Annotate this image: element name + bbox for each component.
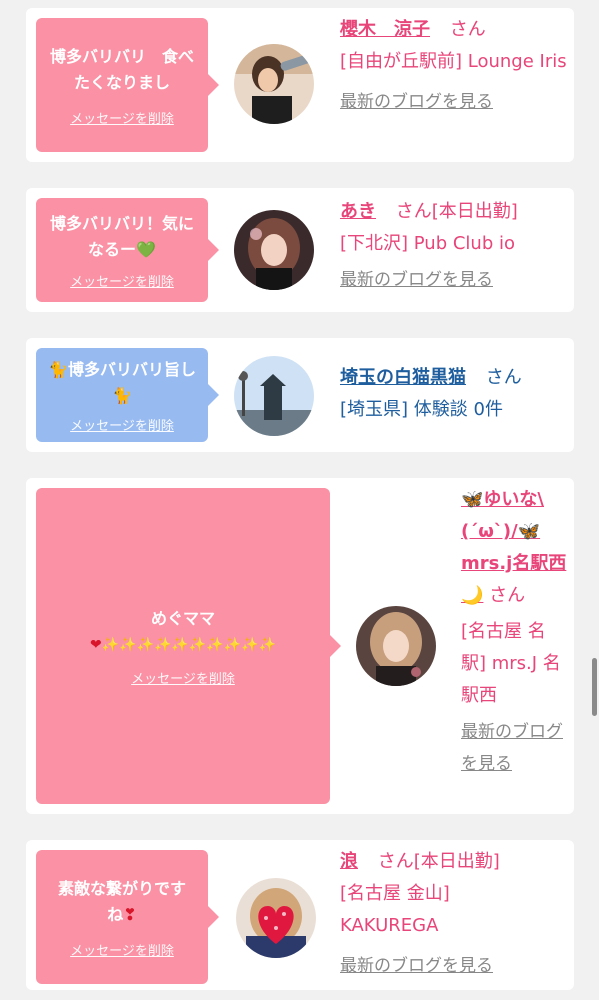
- profile-name-link[interactable]: 櫻木 涼子: [340, 19, 430, 40]
- delete-message-link[interactable]: メッセージを削除: [131, 668, 235, 687]
- avatar[interactable]: [356, 606, 436, 686]
- honorific: さん: [449, 19, 486, 40]
- profile-info: 浪 さん[本日出勤] [名古屋 金山] KAKUREGA 最新のブログを見る: [340, 846, 540, 982]
- avatar[interactable]: [234, 44, 314, 124]
- message-card: めぐママ ❤✨✨✨✨✨✨✨✨✨✨ メッセージを削除 🦋ゆいな\(´ω`)/🦋mr…: [26, 478, 574, 814]
- message-bubble: 🐈博多バリバリ旨し🐈 メッセージを削除: [36, 348, 219, 442]
- profile-name-link[interactable]: 浪: [340, 851, 358, 872]
- scrollbar[interactable]: [592, 658, 597, 716]
- profile-name-link[interactable]: 埼玉の白猫黒猫: [340, 367, 466, 388]
- delete-message-link[interactable]: メッセージを削除: [70, 940, 174, 959]
- honorific: さん: [489, 585, 526, 606]
- delete-message-link[interactable]: メッセージを削除: [70, 271, 174, 290]
- message-text: 博多バリバリ！気になるー💚: [49, 213, 194, 259]
- shop-info: [名古屋 名駅] mrs.J 名駅西: [461, 621, 561, 706]
- honorific: さん[本日出勤]: [377, 851, 500, 872]
- message-card: 博多バリバリ 食べたくなりまし メッセージを削除 櫻木 涼子 さん [自由が丘駅…: [26, 8, 574, 162]
- avatar[interactable]: [234, 356, 314, 436]
- delete-message-link[interactable]: メッセージを削除: [70, 108, 174, 127]
- blog-link[interactable]: 最新のブログを見る: [340, 92, 493, 112]
- message-text: めぐママ: [150, 608, 215, 628]
- profile-name-link[interactable]: あき: [340, 201, 376, 222]
- delete-message-link[interactable]: メッセージを削除: [70, 415, 174, 434]
- profile-info: 櫻木 涼子 さん [自由が丘駅前] Lounge Iris 最新のブログを見る: [340, 14, 568, 118]
- message-text: 🐈博多バリバリ旨し🐈: [48, 359, 196, 405]
- profile-info: あき さん[本日出勤] [下北沢] Pub Club io 最新のブログを見る: [340, 196, 568, 296]
- shop-info: [下北沢] Pub Club io: [340, 233, 515, 254]
- message-bubble: 素敵な繋がりですね❣ メッセージを削除: [36, 850, 219, 984]
- heart-icon: ❤: [89, 636, 102, 653]
- blog-link[interactable]: 最新のブログを見る: [340, 956, 493, 976]
- shop-info: [名古屋 金山] KAKUREGA: [340, 883, 450, 936]
- message-text-line2: ❤✨✨✨✨✨✨✨✨✨✨: [89, 636, 277, 653]
- profile-info: 埼玉の白猫黒猫 さん [埼玉県] 体験談 0件: [340, 362, 568, 426]
- avatar[interactable]: [236, 878, 316, 958]
- message-bubble: 博多バリバリ！気になるー💚 メッセージを削除: [36, 198, 219, 302]
- message-bubble: めぐママ ❤✨✨✨✨✨✨✨✨✨✨ メッセージを削除: [36, 488, 341, 804]
- honorific: さん: [485, 367, 522, 388]
- shop-info: [埼玉県] 体験談 0件: [340, 399, 503, 420]
- avatar[interactable]: [234, 210, 314, 290]
- message-card: 🐈博多バリバリ旨し🐈 メッセージを削除 埼玉の白猫黒猫 さん [埼玉県] 体験談…: [26, 338, 574, 452]
- honorific: さん[本日出勤]: [395, 201, 518, 222]
- message-text: 博多バリバリ 食べたくなりまし: [49, 46, 194, 92]
- shop-info: [自由が丘駅前] Lounge Iris: [340, 51, 567, 72]
- message-text: 素敵な繋がりですね❣: [57, 878, 186, 924]
- exclamation-heart-icon: ❣: [123, 904, 137, 924]
- blog-link[interactable]: 最新のブログを見る: [461, 722, 563, 774]
- message-card: 博多バリバリ！気になるー💚 メッセージを削除 あき さん[本日出勤] [下北沢]…: [26, 188, 574, 312]
- message-card: 素敵な繋がりですね❣ メッセージを削除 浪 さん[本日出勤] [名古屋 金山] …: [26, 840, 574, 990]
- blog-link[interactable]: 最新のブログを見る: [340, 270, 493, 290]
- profile-info: 🦋ゆいな\(´ω`)/🦋mrs.j名駅西🌙 さん [名古屋 名駅] mrs.J …: [461, 484, 569, 780]
- message-bubble: 博多バリバリ 食べたくなりまし メッセージを削除: [36, 18, 219, 152]
